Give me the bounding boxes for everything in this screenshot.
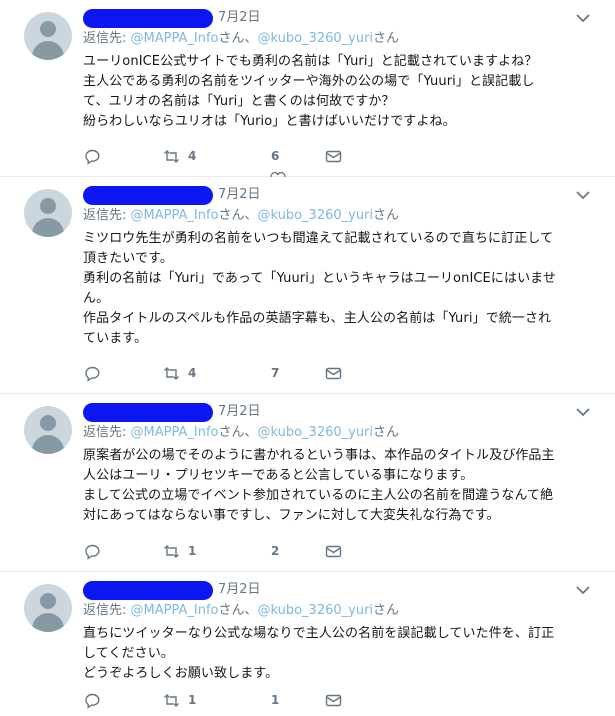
like-button[interactable]: 1 bbox=[263, 688, 279, 712]
avatar[interactable] bbox=[24, 12, 72, 60]
honorific-text: さん、 bbox=[218, 208, 258, 223]
reply-icon bbox=[85, 366, 100, 382]
envelope-icon bbox=[325, 545, 342, 557]
direct-message-button[interactable] bbox=[325, 539, 342, 563]
tweet-date[interactable]: 7月2日 bbox=[218, 185, 261, 205]
reply-to-label: 返信先: bbox=[83, 425, 131, 440]
envelope-icon bbox=[325, 694, 342, 706]
avatar[interactable] bbox=[24, 189, 72, 237]
reply-to-line: 返信先: @MAPPA_Infoさん、@kubo_3260_yuriさん bbox=[83, 29, 595, 49]
mention-link[interactable]: @kubo_3260_yuri bbox=[257, 425, 373, 440]
retweet-button[interactable]: 1 bbox=[163, 688, 196, 712]
reply-button[interactable] bbox=[84, 688, 101, 712]
reply-icon bbox=[85, 149, 100, 165]
tweet-text: ユーリonICE公式サイトでも勇利の名前は「Yuri」と記載されていますよね？ … bbox=[83, 54, 538, 129]
honorific-text: さん bbox=[373, 31, 400, 46]
tweet-list: 7月2日 返信先: @MAPPA_Infoさん、@kubo_3260_yuriさ… bbox=[0, 0, 615, 716]
retweet-count: 1 bbox=[188, 693, 197, 707]
direct-message-button[interactable] bbox=[325, 144, 342, 168]
retweet-button[interactable]: 1 bbox=[163, 539, 196, 563]
tweet[interactable]: 7月2日 返信先: @MAPPA_Infoさん、@kubo_3260_yuriさ… bbox=[0, 0, 615, 177]
envelope-icon bbox=[325, 367, 342, 379]
mention-link[interactable]: @kubo_3260_yuri bbox=[257, 208, 373, 223]
reply-button[interactable] bbox=[84, 361, 101, 385]
redacted-username bbox=[83, 9, 213, 28]
reply-to-label: 返信先: bbox=[83, 31, 131, 46]
mention-link[interactable]: @MAPPA_Info bbox=[131, 31, 219, 46]
chevron-down-icon[interactable] bbox=[575, 10, 591, 26]
retweet-count: 4 bbox=[188, 149, 197, 163]
retweet-icon bbox=[164, 149, 179, 163]
tweet-text: ミツロウ先生が勇利の名前をいつも間違えて記載されているので直ちに訂正して 頂きた… bbox=[83, 231, 556, 346]
honorific-text: さん、 bbox=[218, 31, 258, 46]
like-button[interactable]: 6 bbox=[263, 144, 279, 168]
redacted-username bbox=[83, 186, 213, 205]
envelope-icon bbox=[325, 150, 342, 162]
tweet[interactable]: 7月2日 返信先: @MAPPA_Infoさん、@kubo_3260_yuriさ… bbox=[0, 572, 615, 716]
retweet-icon bbox=[164, 366, 179, 380]
like-count: 2 bbox=[271, 544, 280, 558]
retweet-count: 1 bbox=[188, 544, 197, 558]
like-button[interactable]: 7 bbox=[263, 361, 279, 385]
reply-to-label: 返信先: bbox=[83, 208, 131, 223]
reply-button[interactable] bbox=[84, 539, 101, 563]
tweet[interactable]: 7月2日 返信先: @MAPPA_Infoさん、@kubo_3260_yuriさ… bbox=[0, 177, 615, 394]
tweet-text: 直ちにツイッターなり公式な場なりで主人公の名前を誤記載していた件を、訂正 してく… bbox=[83, 626, 555, 681]
honorific-text: さん bbox=[373, 208, 400, 223]
redacted-username bbox=[83, 403, 213, 422]
reply-button[interactable] bbox=[84, 144, 101, 168]
reply-to-line: 返信先: @MAPPA_Infoさん、@kubo_3260_yuriさん bbox=[83, 206, 595, 226]
chevron-down-icon[interactable] bbox=[575, 404, 591, 420]
mention-link[interactable]: @kubo_3260_yuri bbox=[257, 31, 373, 46]
direct-message-button[interactable] bbox=[325, 688, 342, 712]
honorific-text: さん、 bbox=[218, 603, 258, 618]
tweet-text: 原案者が公の場でそのように書かれるという事は、本作品のタイトル及び作品主 人公は… bbox=[83, 448, 555, 523]
honorific-text: さん bbox=[373, 603, 400, 618]
mention-link[interactable]: @MAPPA_Info bbox=[131, 208, 219, 223]
reply-to-line: 返信先: @MAPPA_Infoさん、@kubo_3260_yuriさん bbox=[83, 423, 595, 443]
like-count: 6 bbox=[271, 149, 280, 163]
mention-link[interactable]: @kubo_3260_yuri bbox=[257, 603, 373, 618]
tweet-date[interactable]: 7月2日 bbox=[218, 402, 261, 422]
chevron-down-icon[interactable] bbox=[575, 582, 591, 598]
redacted-username bbox=[83, 581, 213, 600]
tweet-date[interactable]: 7月2日 bbox=[218, 8, 261, 28]
tweet-actions: 1 2 bbox=[83, 539, 383, 563]
like-count: 7 bbox=[271, 366, 280, 380]
reply-to-line: 返信先: @MAPPA_Infoさん、@kubo_3260_yuriさん bbox=[83, 601, 595, 621]
retweet-count: 4 bbox=[188, 366, 197, 380]
like-count: 1 bbox=[271, 693, 280, 707]
mention-link[interactable]: @MAPPA_Info bbox=[131, 425, 219, 440]
honorific-text: さん、 bbox=[218, 425, 258, 440]
tweet-date[interactable]: 7月2日 bbox=[218, 580, 261, 600]
retweet-button[interactable]: 4 bbox=[163, 144, 196, 168]
avatar[interactable] bbox=[24, 406, 72, 454]
honorific-text: さん bbox=[373, 425, 400, 440]
reply-to-label: 返信先: bbox=[83, 603, 131, 618]
tweet-actions: 4 7 bbox=[83, 361, 383, 385]
tweet[interactable]: 7月2日 返信先: @MAPPA_Infoさん、@kubo_3260_yuriさ… bbox=[0, 394, 615, 572]
tweet-actions: 1 1 bbox=[83, 688, 383, 712]
tweet-actions: 4 6 bbox=[83, 144, 383, 168]
mention-link[interactable]: @MAPPA_Info bbox=[131, 603, 219, 618]
like-button[interactable]: 2 bbox=[263, 539, 279, 563]
retweet-button[interactable]: 4 bbox=[163, 361, 196, 385]
reply-icon bbox=[85, 693, 100, 709]
retweet-icon bbox=[164, 544, 179, 558]
chevron-down-icon[interactable] bbox=[575, 187, 591, 203]
avatar[interactable] bbox=[24, 584, 72, 632]
direct-message-button[interactable] bbox=[325, 361, 342, 385]
retweet-icon bbox=[164, 693, 179, 707]
reply-icon bbox=[85, 544, 100, 560]
